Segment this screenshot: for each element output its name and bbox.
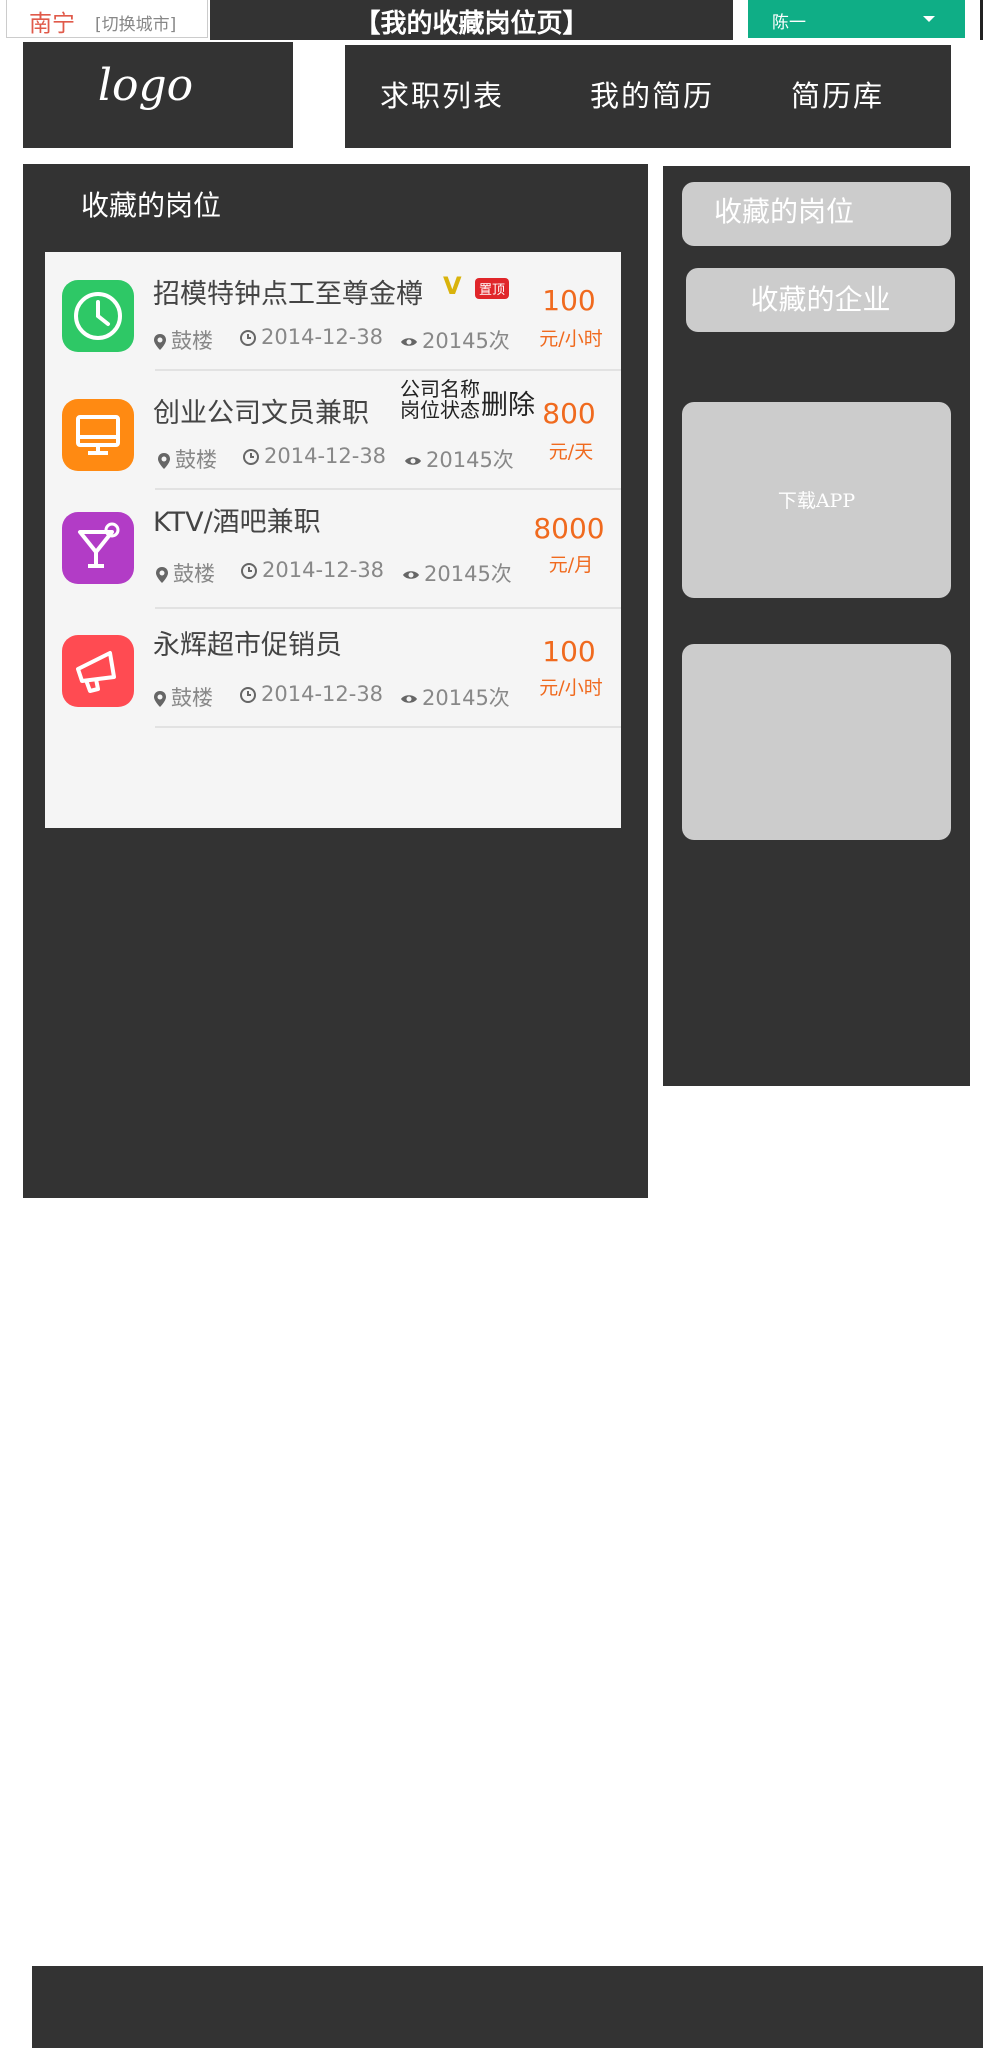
- job-title[interactable]: 永辉超市促销员: [153, 623, 342, 662]
- job-row[interactable]: KTV/酒吧兼职 鼓楼 2014-12-38 20145次 8000 元/月: [45, 490, 621, 609]
- job-list: 招模特钟点工至尊金樽 V 置顶 鼓楼 2014-12-38 20145次 100…: [45, 252, 621, 828]
- job-date: 2014-12-38: [240, 558, 384, 582]
- eye-icon: [403, 571, 419, 579]
- megaphone-icon: [62, 635, 134, 707]
- city-selector[interactable]: 南宁 [切换城市]: [6, 0, 208, 38]
- nav-my-resume[interactable]: 我的简历: [590, 73, 714, 115]
- job-date-text: 2014-12-38: [261, 682, 384, 706]
- job-views-text: 20145次: [424, 562, 512, 586]
- clock-small-icon: [241, 563, 257, 579]
- clock-small-icon: [243, 449, 259, 465]
- verified-badge: V: [443, 272, 462, 300]
- job-location: 鼓楼: [155, 558, 215, 588]
- job-date: 2014-12-38: [239, 325, 383, 349]
- location-pin-icon: [156, 567, 168, 583]
- sidebar: 收藏的岗位 收藏的企业 下载APP: [663, 166, 970, 1086]
- clock-icon: [62, 280, 134, 352]
- job-pay: 100: [542, 635, 596, 668]
- job-row[interactable]: 创业公司文员兼职 公司名称 岗位状态 删除 鼓楼 2014-12-38 2014…: [45, 371, 621, 490]
- job-status-label: 岗位状态: [400, 398, 480, 422]
- job-title[interactable]: 创业公司文员兼职: [153, 391, 369, 430]
- current-city: 南宁: [29, 11, 75, 37]
- switch-city-link[interactable]: [切换城市]: [95, 10, 176, 35]
- sidebar-placeholder-card: [682, 644, 951, 840]
- favorites-panel: 收藏的岗位 招模特钟点工至尊金樽 V 置顶 鼓楼 2014-12-38 2014…: [23, 164, 648, 1198]
- fav-jobs-label: 收藏的岗位: [714, 195, 855, 228]
- user-dropdown[interactable]: 陈一: [748, 0, 965, 38]
- panel-heading: 收藏的岗位: [81, 189, 222, 222]
- nav-job-list[interactable]: 求职列表: [380, 73, 504, 115]
- job-title[interactable]: KTV/酒吧兼职: [153, 500, 321, 539]
- job-date-text: 2014-12-38: [262, 558, 385, 582]
- eye-icon: [401, 695, 417, 703]
- fav-companies-button[interactable]: 收藏的企业: [686, 268, 955, 332]
- download-app-label: 下载APP: [777, 490, 856, 512]
- job-views: 20145次: [404, 444, 514, 474]
- job-pay: 8000: [533, 512, 605, 545]
- job-location-text: 鼓楼: [171, 686, 213, 710]
- job-views-text: 20145次: [426, 448, 514, 472]
- job-pay-unit: 元/小时: [539, 328, 603, 350]
- job-pay: 800: [542, 397, 596, 430]
- logo-text: logo: [97, 60, 194, 111]
- eye-icon: [401, 338, 417, 346]
- job-date-text: 2014-12-38: [264, 444, 387, 468]
- job-views: 20145次: [400, 682, 510, 712]
- location-pin-icon: [154, 691, 166, 707]
- monitor-icon: [62, 399, 134, 471]
- job-location: 鼓楼: [157, 444, 217, 474]
- job-row[interactable]: 永辉超市促销员 鼓楼 2014-12-38 20145次 100 元/小时: [45, 609, 621, 728]
- delete-button[interactable]: 删除: [481, 383, 535, 422]
- job-location-text: 鼓楼: [175, 448, 217, 472]
- job-date: 2014-12-38: [242, 444, 386, 468]
- clock-small-icon: [240, 330, 256, 346]
- job-views-text: 20145次: [422, 329, 510, 353]
- company-name-label: 公司名称: [400, 377, 480, 401]
- fav-jobs-button[interactable]: 收藏的岗位: [682, 182, 951, 246]
- job-location: 鼓楼: [153, 682, 213, 712]
- job-date-text: 2014-12-38: [261, 325, 384, 349]
- row-divider: [155, 726, 621, 728]
- location-pin-icon: [154, 334, 166, 350]
- title-bar: 【我的收藏岗位页】: [210, 0, 733, 40]
- page-title: 【我的收藏岗位页】: [354, 9, 589, 39]
- pinned-badge: 置顶: [475, 278, 510, 299]
- location-pin-icon: [158, 453, 170, 469]
- clock-small-icon: [240, 687, 256, 703]
- fav-companies-label: 收藏的企业: [750, 283, 891, 316]
- job-location-text: 鼓楼: [171, 329, 213, 353]
- job-views: 20145次: [400, 325, 510, 355]
- job-title[interactable]: 招模特钟点工至尊金樽: [153, 272, 423, 311]
- nav-resume-library[interactable]: 简历库: [791, 73, 884, 115]
- job-pay: 100: [542, 284, 596, 317]
- main-nav: 求职列表 我的简历 简历库: [345, 45, 951, 148]
- user-name: 陈一: [772, 13, 806, 33]
- job-location: 鼓楼: [153, 325, 213, 355]
- caret-down-icon: [923, 16, 935, 22]
- job-row[interactable]: 招模特钟点工至尊金樽 V 置顶 鼓楼 2014-12-38 20145次 100…: [45, 252, 621, 371]
- eye-icon: [405, 457, 421, 465]
- job-pay-unit: 元/天: [548, 441, 594, 463]
- job-pay-unit: 元/月: [548, 554, 594, 576]
- job-views: 20145次: [402, 558, 512, 588]
- logo[interactable]: logo: [23, 42, 293, 148]
- job-location-text: 鼓楼: [173, 562, 215, 586]
- job-date: 2014-12-38: [239, 682, 383, 706]
- footer: [32, 1966, 983, 2048]
- download-app-card[interactable]: 下载APP: [682, 402, 951, 598]
- job-views-text: 20145次: [422, 686, 510, 710]
- cocktail-icon: [62, 512, 134, 584]
- job-pay-unit: 元/小时: [539, 677, 603, 699]
